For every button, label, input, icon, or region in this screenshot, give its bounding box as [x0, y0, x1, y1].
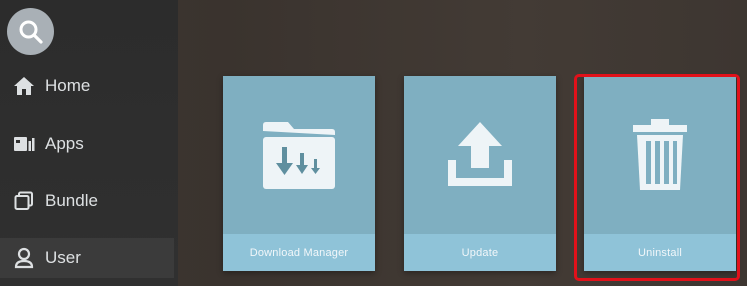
sidebar-item-bundle[interactable]: Bundle: [0, 181, 174, 221]
sidebar-item-label: User: [45, 248, 81, 267]
sidebar-item-label: Bundle: [45, 191, 98, 210]
tile-caption: Uninstall: [584, 234, 736, 271]
tile-caption: Update: [404, 234, 556, 271]
uninstall-tile[interactable]: Uninstall: [584, 76, 736, 271]
home-icon: [12, 74, 36, 98]
sidebar-item-label: Home: [45, 76, 91, 95]
sidebar-item-apps[interactable]: Apps: [0, 124, 174, 164]
sidebar-item-home[interactable]: Home: [0, 66, 174, 106]
download-manager-tile[interactable]: Download Manager: [223, 76, 375, 271]
download-folder-icon: [263, 122, 335, 189]
sidebar-item-label: Apps: [45, 134, 84, 153]
sidebar: Home Apps Bundle User: [0, 0, 178, 286]
trash-icon: [633, 119, 687, 190]
apps-icon: [12, 132, 36, 156]
user-icon: [12, 246, 36, 270]
bundle-icon: [12, 189, 36, 213]
tile-caption: Download Manager: [223, 234, 375, 271]
screen: Home Apps Bundle User Download Manager U…: [0, 0, 747, 286]
search-button[interactable]: [7, 8, 54, 55]
sidebar-item-user[interactable]: User: [0, 238, 174, 278]
upload-icon: [448, 122, 512, 186]
search-icon: [19, 20, 43, 44]
update-tile[interactable]: Update: [404, 76, 556, 271]
